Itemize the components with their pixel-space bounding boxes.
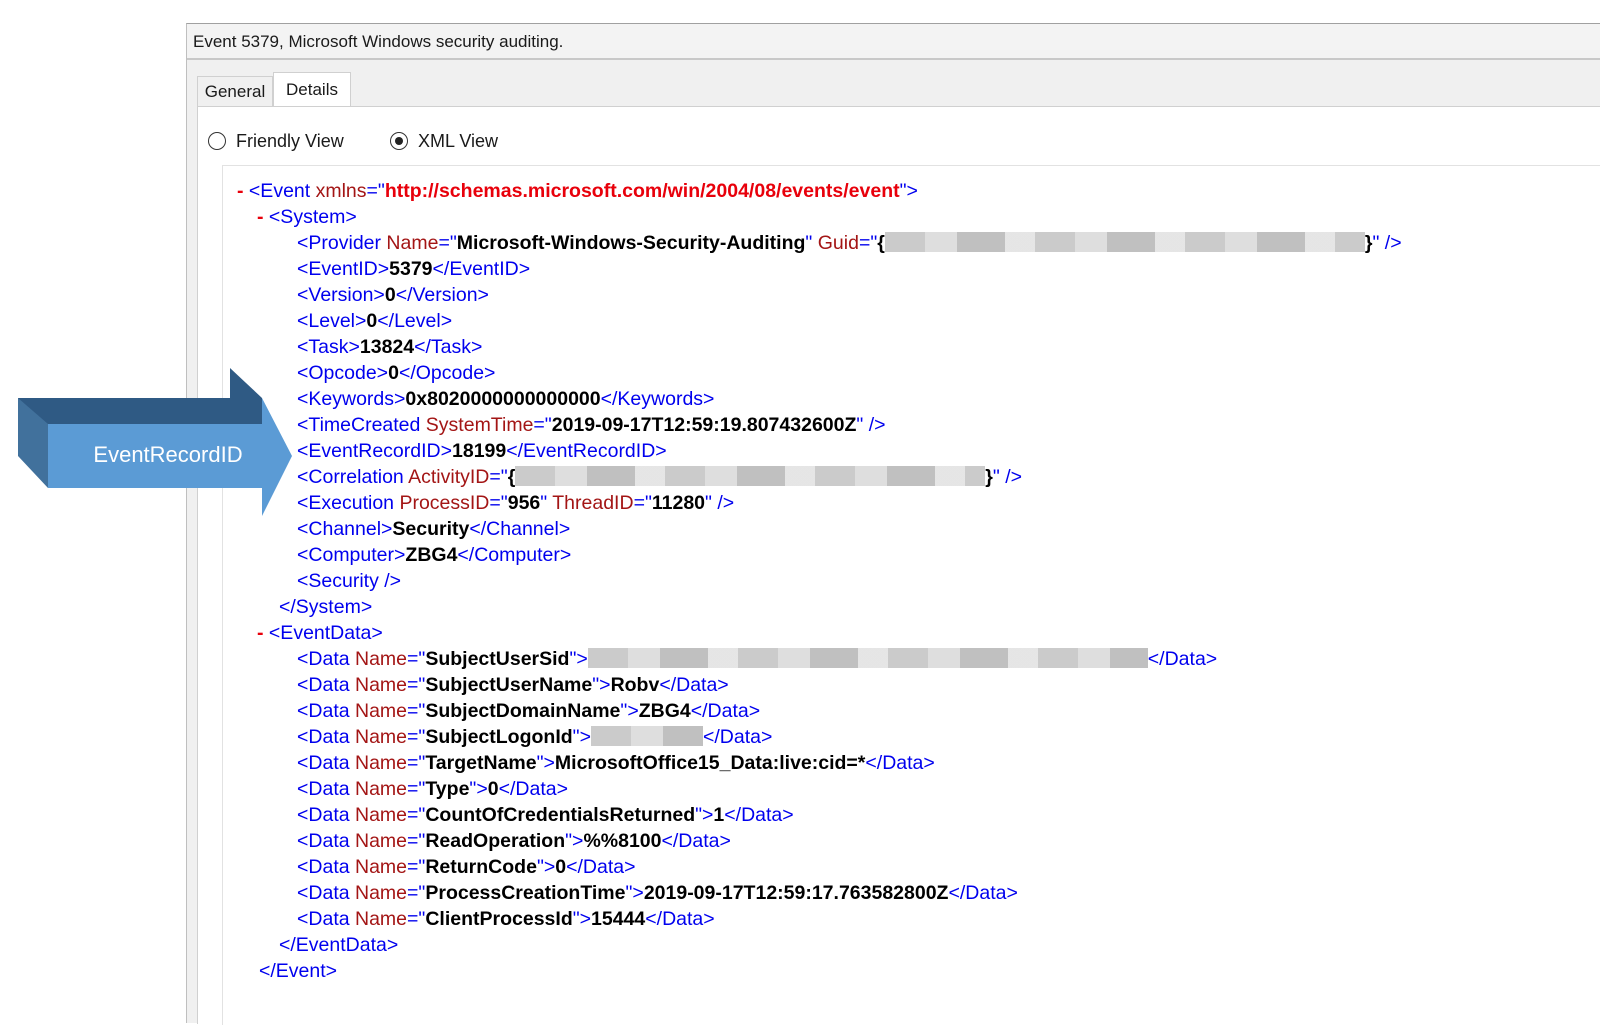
data-value: 15444 xyxy=(591,908,646,930)
redacted-activity-id xyxy=(515,466,986,486)
xml-line-level: <Level>0</Level> xyxy=(297,310,453,332)
xml-line-version: <Version>0</Version> xyxy=(297,284,489,306)
xml-line-data-item: <Data Name="SubjectDomainName">ZBG4</Dat… xyxy=(297,700,761,722)
data-value: Robv xyxy=(610,674,660,696)
xml-line-event-close: </Event> xyxy=(259,960,338,982)
data-value: MicrosoftOffice15_Data:live:cid=* xyxy=(554,752,866,774)
data-value: %%8100 xyxy=(583,830,662,852)
xml-viewer[interactable]: - <Event xmlns="http://schemas.microsoft… xyxy=(222,165,1600,1025)
xml-line-data-item: <Data Name="SubjectUserName">Robv</Data> xyxy=(297,674,729,696)
tab-general[interactable]: General xyxy=(197,76,273,106)
xml-line-system-open: - <System> xyxy=(257,206,357,228)
redacted-guid xyxy=(884,232,1365,252)
collapse-toggle-icon[interactable]: - xyxy=(257,206,264,228)
data-value: 1 xyxy=(713,804,725,826)
xml-line-keywords: <Keywords>0x8020000000000000</Keywords> xyxy=(297,388,715,410)
xml-line-eventdata-open: - <EventData> xyxy=(257,622,383,644)
xml-line-security: <Security /> xyxy=(297,570,402,592)
xml-line-data-item: <Data Name="ReturnCode">0</Data> xyxy=(297,856,636,878)
xml-line-eventdata-close: </EventData> xyxy=(279,934,399,956)
xml-line-event-open: - <Event xmlns="http://schemas.microsoft… xyxy=(237,180,918,202)
xml-line-eventrecordid: <EventRecordID>18199</EventRecordID> xyxy=(297,440,667,462)
xml-line-data-item: <Data Name="CountOfCredentialsReturned">… xyxy=(297,804,794,826)
data-value: 0 xyxy=(555,856,567,878)
xml-line-data-item: <Data Name="ClientProcessId">15444</Data… xyxy=(297,908,715,930)
xml-line-provider: <Provider Name="Microsoft-Windows-Securi… xyxy=(297,232,1402,254)
xml-line-data-item: <Data Name="SubjectLogonId"> </Data> xyxy=(297,726,773,748)
xml-line-data-item: <Data Name="Type">0</Data> xyxy=(297,778,568,800)
callout-label: EventRecordID xyxy=(93,442,243,467)
friendly-view-option[interactable]: Friendly View xyxy=(208,129,344,153)
xml-line-timecreated: <TimeCreated SystemTime="2019-09-17T12:5… xyxy=(297,414,886,436)
callout-arrow-side xyxy=(18,398,48,488)
xml-line-execution: <Execution ProcessID="956" ThreadID="112… xyxy=(297,492,735,514)
title-bar: Event 5379, Microsoft Windows security a… xyxy=(187,24,1600,60)
xml-line-opcode: <Opcode>0</Opcode> xyxy=(297,362,496,384)
details-panel: Friendly View XML View - <Event xmlns="h… xyxy=(197,106,1600,1025)
xml-view-radio[interactable] xyxy=(390,132,408,150)
friendly-view-radio[interactable] xyxy=(208,132,226,150)
xml-line-correlation: <Correlation ActivityID="{}" /> xyxy=(297,466,1023,488)
xml-line-computer: <Computer>ZBG4</Computer> xyxy=(297,544,572,566)
xml-line-channel: <Channel>Security</Channel> xyxy=(297,518,571,540)
event-properties-window: Event 5379, Microsoft Windows security a… xyxy=(186,23,1600,1025)
xml-line-data-item: <Data Name="ReadOperation">%%8100</Data> xyxy=(297,830,731,852)
xml-line-task: <Task>13824</Task> xyxy=(297,336,483,358)
data-value: ZBG4 xyxy=(638,700,691,722)
redacted-value xyxy=(590,726,703,746)
redacted-value xyxy=(587,648,1148,668)
xml-view-option[interactable]: XML View xyxy=(390,129,498,153)
xml-line-eventid: <EventID>5379</EventID> xyxy=(297,258,531,280)
data-value: 2019-09-17T12:59:17.763582800Z xyxy=(643,882,949,904)
friendly-view-label: Friendly View xyxy=(236,130,344,151)
collapse-toggle-icon[interactable]: - xyxy=(237,180,244,202)
collapse-toggle-icon[interactable]: - xyxy=(257,622,264,644)
xml-line-data-item: <Data Name="ProcessCreationTime">2019-09… xyxy=(297,882,1018,904)
xml-view-label: XML View xyxy=(418,130,499,151)
xml-line-data-item: <Data Name="TargetName">MicrosoftOffice1… xyxy=(297,752,935,774)
tab-details[interactable]: Details xyxy=(273,72,351,106)
data-value: 0 xyxy=(487,778,499,800)
xml-line-system-close: </System> xyxy=(279,596,373,618)
xml-line-data-item: <Data Name="SubjectUserSid"> </Data> xyxy=(297,648,1218,670)
window-title: Event 5379, Microsoft Windows security a… xyxy=(193,32,564,51)
